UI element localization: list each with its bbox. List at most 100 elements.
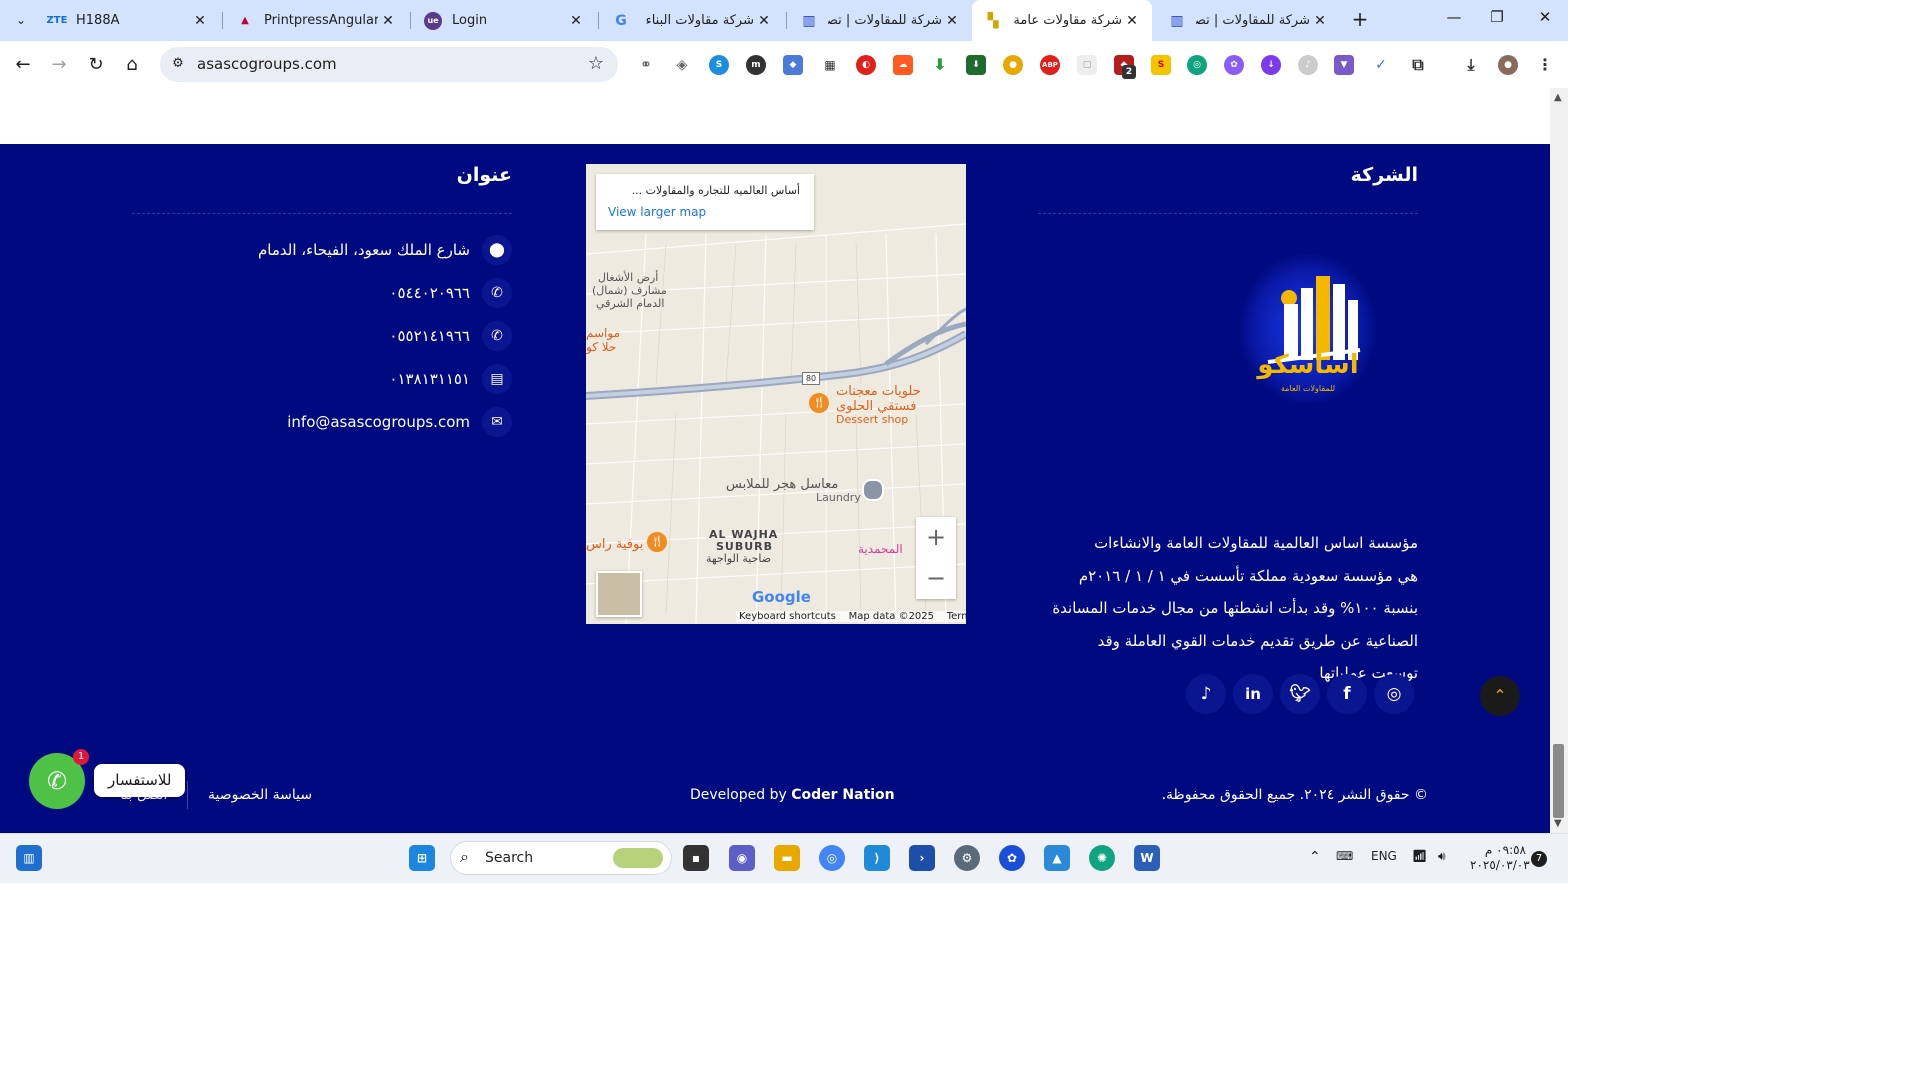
home-icon[interactable]: ⌂ (119, 52, 145, 78)
view-larger-map-link[interactable]: View larger map (608, 205, 706, 219)
site-info-icon[interactable]: ⚙ (169, 55, 187, 73)
developer-name-link[interactable]: Coder Nation (791, 787, 894, 803)
extension-icon[interactable]: ◈ (672, 55, 692, 75)
extension-icon[interactable]: m (746, 55, 766, 75)
map-label: فستقي الحلوى (836, 399, 917, 414)
tab-contracting-design[interactable]: ▥ شركة للمقاولات | تصم ✕ (788, 0, 972, 41)
windows-start-icon[interactable]: ⊞ (409, 845, 435, 871)
restaurant-pin-icon[interactable]: 🍴︎ (647, 532, 667, 552)
forward-button[interactable]: → (46, 52, 72, 78)
keyboard-shortcuts-link[interactable]: Keyboard shortcuts (739, 611, 836, 622)
extension-icon[interactable]: ◎ (1187, 55, 1207, 75)
page-scrollbar[interactable]: ▲ ▼ (1550, 88, 1568, 833)
tab-printpress-angular[interactable]: ▲ PrintpressAngular ✕ (224, 0, 408, 41)
tab-contracting-design-2[interactable]: ▥ شركة للمقاولات | تصم ✕ (1156, 0, 1340, 41)
tab-login[interactable]: ue Login ✕ (412, 0, 596, 41)
taskbar-clock[interactable]: ٠٩:٥٨ م ٢٠٢٥/٠٣/٠٣ (1470, 843, 1530, 873)
task-view-icon[interactable]: ▪ (683, 845, 709, 871)
zoom-in-button[interactable]: + (916, 517, 956, 558)
file-explorer-icon[interactable]: ▬ (774, 845, 800, 871)
volume-icon[interactable]: 🔊︎ (1438, 849, 1446, 864)
extension-icon[interactable]: ↓ (1261, 55, 1281, 75)
tab-close-icon[interactable]: ✕ (754, 13, 774, 29)
url-text[interactable]: asascogroups.com (197, 55, 337, 73)
back-button[interactable]: ← (10, 52, 36, 78)
tab-construction-company[interactable]: G شركة مقاولات البناء ✕ (600, 0, 784, 41)
extension-icon[interactable]: ✿ (1224, 55, 1244, 75)
settings-gear-icon[interactable]: ⚙ (954, 845, 980, 871)
language-indicator[interactable]: ENG (1371, 849, 1397, 863)
whatsapp-inquiry-label[interactable]: للاستفسار (94, 764, 186, 797)
extension-icon[interactable]: ● (1003, 55, 1023, 75)
extension-icon[interactable]: S (709, 55, 729, 75)
scroll-down-arrow-icon[interactable]: ▼ (1554, 818, 1562, 829)
word-icon[interactable]: W (1134, 845, 1160, 871)
chrome-menu-icon[interactable]: ⋮ (1535, 55, 1555, 75)
facebook-icon[interactable]: f (1327, 674, 1367, 714)
tab-close-icon[interactable]: ✕ (378, 13, 398, 29)
widgets-icon[interactable]: ▥ (16, 845, 42, 871)
terms-link[interactable]: Terms (947, 611, 966, 622)
wifi-icon[interactable]: 📶︎ (1412, 849, 1427, 863)
email-link[interactable]: info@asascogroups.com (287, 413, 470, 431)
reload-button[interactable]: ↻ (83, 52, 109, 78)
restore-button[interactable]: ❐ (1482, 8, 1512, 32)
extension-icon[interactable]: ✓ (1371, 55, 1391, 75)
satellite-toggle-button[interactable] (596, 571, 642, 617)
restaurant-pin-icon[interactable]: 🍴︎ (809, 393, 829, 413)
extension-icon[interactable]: ⚭ (636, 55, 656, 75)
google-map-embed[interactable]: أساس العالميه للتجاره والمقاولات ... Vie… (586, 164, 966, 624)
zoom-out-button[interactable]: − (916, 558, 956, 599)
extension-icon[interactable]: ▼ (1334, 55, 1354, 75)
profile-avatar[interactable]: ● (1498, 55, 1518, 75)
extension-icon[interactable]: S (1151, 55, 1171, 75)
twitter-icon[interactable]: 🐦︎ (1280, 674, 1320, 714)
tab-close-icon[interactable]: ✕ (190, 13, 210, 29)
chatgpt-icon[interactable]: ✺ (1089, 845, 1115, 871)
extension-icon[interactable]: ⬇ (930, 55, 950, 75)
photos-icon[interactable]: ▲ (1044, 845, 1070, 871)
linkedin-icon[interactable]: in (1233, 674, 1273, 714)
back-to-top-button[interactable]: ⌃ (1480, 676, 1520, 716)
tab-close-icon[interactable]: ✕ (1310, 13, 1330, 29)
extension-icon[interactable]: ▦ (820, 55, 840, 75)
teams-icon[interactable]: ◉ (729, 845, 755, 871)
close-window-button[interactable]: ✕ (1530, 8, 1560, 32)
tab-close-icon[interactable]: ✕ (942, 13, 962, 29)
laundry-pin-icon[interactable] (862, 479, 884, 501)
downloads-icon[interactable]: ⤓ (1461, 55, 1481, 75)
scroll-up-arrow-icon[interactable]: ▲ (1554, 92, 1562, 103)
vscode-icon[interactable]: ⟩ (864, 845, 890, 871)
minimize-button[interactable]: — (1439, 8, 1469, 32)
privacy-policy-link[interactable]: سياسة الخصوصية (208, 787, 312, 803)
keyboard-icon[interactable]: ⌨ (1336, 849, 1353, 863)
adblock-icon[interactable]: ABP (1040, 55, 1060, 75)
extensions-puzzle-icon[interactable]: ⧉ (1408, 55, 1428, 75)
extension-icon[interactable]: ▢ (1077, 55, 1097, 75)
extension-icon[interactable]: ◐ (856, 55, 876, 75)
tab-close-icon[interactable]: ✕ (1122, 13, 1142, 29)
bookmark-star-icon[interactable]: ☆ (588, 53, 604, 74)
chrome-icon[interactable]: ◎ (819, 845, 845, 871)
extension-icon[interactable]: ⬇ (966, 55, 986, 75)
tab-search-chevron-icon[interactable]: ⌄ (10, 8, 32, 32)
media-player-icon[interactable]: ✿ (999, 845, 1025, 871)
powershell-icon[interactable]: › (909, 845, 935, 871)
extension-icon[interactable]: ♪ (1298, 55, 1318, 75)
new-tab-button[interactable]: + (1349, 9, 1371, 31)
extension-icon[interactable]: ◆ (783, 55, 803, 75)
notification-count-badge[interactable]: 7 (1531, 851, 1547, 867)
phone-link[interactable]: ٠٥٤٤٠٢٠٩٦٦ (389, 284, 470, 302)
address-bar[interactable]: ⚙ asascogroups.com ☆ (160, 47, 618, 82)
tab-close-icon[interactable]: ✕ (566, 13, 586, 29)
instagram-icon[interactable]: ◎ (1374, 674, 1414, 714)
tab-h188a[interactable]: ZTE H188A ✕ (36, 0, 220, 41)
windows-taskbar: ▥ ⊞ ⌕ Search ▪ ◉ ▬ ◎ ⟩ › ⚙ ✿ ▲ ✺ W ⌃ ⌨ E… (0, 833, 1568, 883)
tiktok-icon[interactable]: ♪ (1186, 674, 1226, 714)
taskbar-search-box[interactable]: ⌕ Search (450, 841, 672, 875)
extension-icon[interactable]: ☁ (893, 55, 913, 75)
phone-link[interactable]: ٠٥٥٢١٤١٩٦٦ (389, 327, 470, 345)
scrollbar-thumb[interactable] (1553, 744, 1564, 818)
tab-general-contracting-active[interactable]: ▚ شركة مقاولات عامة بال ✕ (972, 0, 1152, 41)
tray-overflow-chevron-icon[interactable]: ⌃ (1309, 849, 1321, 865)
